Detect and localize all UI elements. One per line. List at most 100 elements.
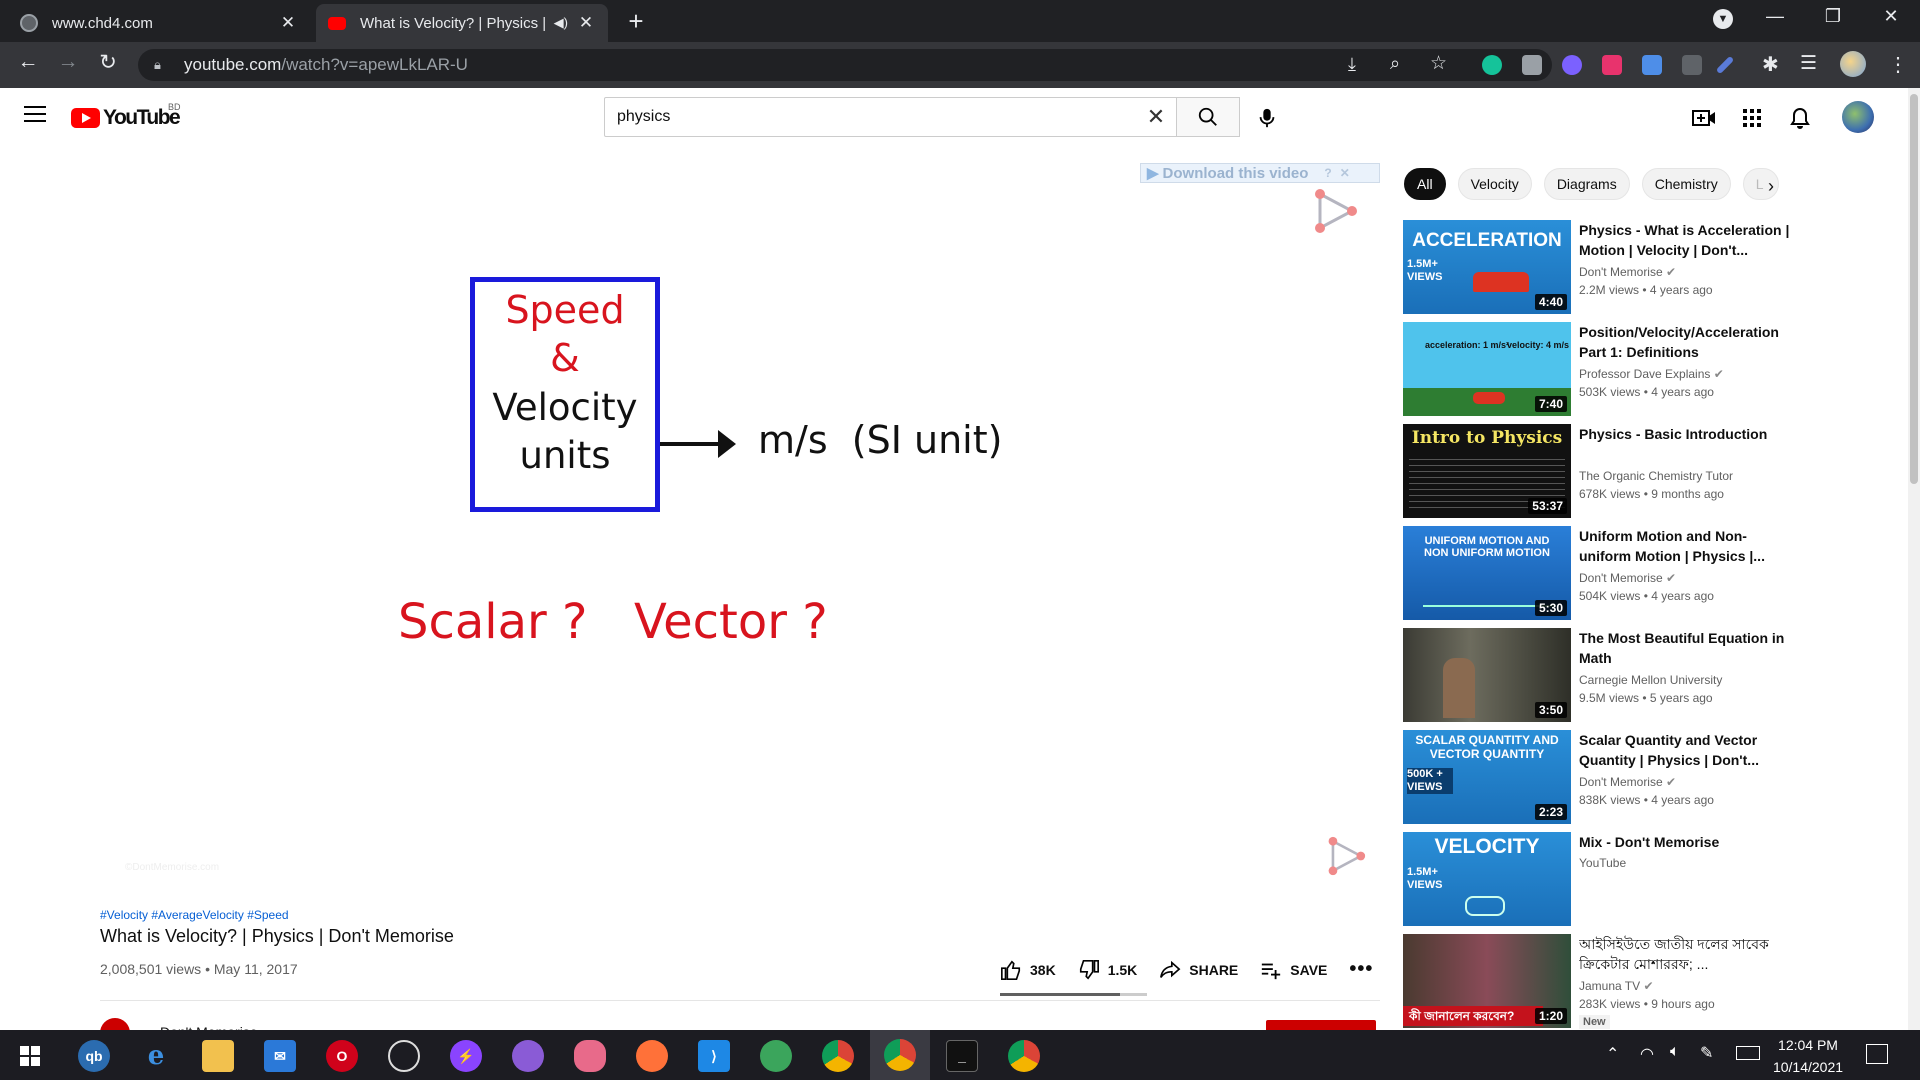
- qbittorrent-icon[interactable]: qb: [78, 1040, 110, 1072]
- extension-icon[interactable]: [1562, 55, 1582, 75]
- chrome-icon: [884, 1039, 916, 1071]
- browser-tab-active[interactable]: What is Velocity? | Physics | D ◀) ✕: [316, 4, 608, 42]
- country-code: BD: [168, 102, 181, 112]
- related-video[interactable]: ACCELERATION 1.5M+ VIEWS 4:40 Physics - …: [1403, 220, 1823, 314]
- help-icon[interactable]: ?: [1324, 166, 1331, 180]
- chrome-profile-icon[interactable]: [1008, 1040, 1040, 1072]
- firefox-icon[interactable]: [636, 1040, 668, 1072]
- app-icon[interactable]: [574, 1040, 606, 1072]
- github-icon[interactable]: [512, 1040, 544, 1072]
- edge-browser-icon[interactable]: e: [140, 1040, 172, 1072]
- download-extension-icon[interactable]: [1642, 55, 1662, 75]
- app-icon[interactable]: [388, 1040, 420, 1072]
- board-velocity-text: Velocity: [492, 386, 638, 429]
- related-meta: 503K views • 4 years ago: [1579, 385, 1714, 399]
- minimize-button[interactable]: —: [1752, 6, 1798, 27]
- notification-center-icon[interactable]: [1866, 1044, 1888, 1064]
- extension-icon[interactable]: [1602, 55, 1622, 75]
- like-dislike-bar: [1000, 993, 1147, 996]
- youtube-logo[interactable]: YouTube BD: [71, 102, 181, 130]
- related-video[interactable]: 3:50 The Most Beautiful Equation in Math…: [1403, 628, 1823, 722]
- page-scrollbar[interactable]: [1908, 88, 1920, 1030]
- chip-diagrams[interactable]: Diagrams: [1543, 168, 1630, 200]
- profile-avatar[interactable]: [1840, 51, 1866, 77]
- video-player[interactable]: [100, 168, 1380, 888]
- chrome-icon[interactable]: [822, 1040, 854, 1072]
- create-video-icon[interactable]: [1690, 104, 1718, 132]
- tab-title: What is Velocity? | Physics | D: [360, 14, 546, 32]
- search-button[interactable]: [1177, 97, 1240, 137]
- like-button[interactable]: 38K: [1000, 959, 1056, 981]
- tab-search-icon[interactable]: ▼: [1700, 6, 1746, 29]
- wifi-icon[interactable]: ◠: [1640, 1044, 1654, 1064]
- hamburger-menu-icon[interactable]: [24, 106, 46, 124]
- chip-chemistry[interactable]: Chemistry: [1641, 168, 1731, 200]
- reload-icon[interactable]: ↻: [92, 50, 124, 75]
- terminal-icon[interactable]: _: [946, 1040, 978, 1072]
- share-button[interactable]: SHARE: [1159, 959, 1238, 981]
- clear-search-icon[interactable]: ✕: [1136, 104, 1176, 130]
- channel-watermark-icon[interactable]: [1326, 836, 1366, 876]
- browser-tab[interactable]: www.chd4.com ✕: [8, 4, 310, 42]
- grammarly-extension-icon[interactable]: [1482, 55, 1502, 75]
- related-meta: 504K views • 4 years ago: [1579, 589, 1714, 603]
- install-app-icon[interactable]: ⤓: [1348, 54, 1356, 75]
- mail-icon[interactable]: ✉: [264, 1040, 296, 1072]
- related-video[interactable]: SCALAR QUANTITY AND VECTOR QUANTITY 500K…: [1403, 730, 1823, 824]
- close-window-button[interactable]: ✕: [1868, 6, 1914, 27]
- related-video[interactable]: acceleration: 1 m/s² velocity: 4 m/s 7:4…: [1403, 322, 1823, 416]
- related-video[interactable]: কী জানালেন করবেন? 1:20 আইসিইউতে জাতীয় দ…: [1403, 934, 1823, 1029]
- chevron-up-icon[interactable]: ⌃: [1606, 1044, 1619, 1064]
- camera-extension-icon[interactable]: [1522, 55, 1542, 75]
- download-video-banner[interactable]: ▶ Download this video ? ✕: [1140, 163, 1380, 183]
- close-tab-icon[interactable]: ✕: [278, 13, 298, 33]
- related-title: Position/Velocity/Acceleration Part 1: D…: [1579, 324, 1779, 360]
- maximize-button[interactable]: ❐: [1810, 6, 1856, 27]
- verified-icon: ✔: [1643, 979, 1654, 993]
- hashtags[interactable]: #Velocity #AverageVelocity #Speed: [100, 908, 289, 922]
- search-input[interactable]: [617, 108, 1136, 126]
- chevron-right-icon[interactable]: ›: [1768, 176, 1774, 197]
- chrome-menu-icon[interactable]: ⋮: [1888, 52, 1908, 77]
- notifications-bell-icon[interactable]: [1786, 104, 1814, 132]
- system-clock[interactable]: 12:04 PM 10/14/2021: [1758, 1034, 1858, 1078]
- keyboard-icon[interactable]: [1736, 1046, 1760, 1060]
- extension-icon[interactable]: [1682, 55, 1702, 75]
- video-thumbnail: acceleration: 1 m/s² velocity: 4 m/s 7:4…: [1403, 322, 1571, 416]
- related-mix[interactable]: VELOCITY 1.5M+ VIEWS Mix - Don't Memoris…: [1403, 832, 1823, 926]
- account-avatar[interactable]: [1842, 101, 1874, 133]
- app-icon[interactable]: [760, 1040, 792, 1072]
- new-tab-button[interactable]: +: [620, 6, 652, 37]
- back-arrow-icon[interactable]: ←: [12, 50, 44, 74]
- related-channel: Don't Memorise ✔: [1579, 775, 1677, 789]
- puzzle-extensions-icon[interactable]: ✱: [1762, 52, 1779, 77]
- more-actions-icon[interactable]: •••: [1349, 958, 1373, 981]
- pen-icon[interactable]: ✎: [1700, 1043, 1713, 1063]
- close-tab-icon[interactable]: ✕: [576, 13, 596, 33]
- apps-grid-icon[interactable]: [1738, 104, 1766, 132]
- reading-list-icon[interactable]: ☰: [1800, 52, 1817, 75]
- bookmark-star-icon[interactable]: ☆: [1430, 52, 1447, 75]
- search-box[interactable]: ✕: [604, 97, 1177, 137]
- messenger-icon[interactable]: ⚡: [450, 1040, 482, 1072]
- related-video[interactable]: Intro to Physics 53:37 Physics - Basic I…: [1403, 424, 1823, 518]
- related-title: Mix - Don't Memorise: [1579, 834, 1720, 850]
- windows-start-icon[interactable]: [14, 1040, 46, 1072]
- scrollbar-thumb[interactable]: [1910, 94, 1918, 484]
- chip-velocity[interactable]: Velocity: [1457, 168, 1532, 200]
- save-button[interactable]: SAVE: [1260, 959, 1327, 981]
- zoom-icon[interactable]: ⌕: [1390, 53, 1400, 74]
- speaker-icon[interactable]: 🔈︎: [1670, 1043, 1680, 1061]
- related-video[interactable]: UNIFORM MOTION AND NON UNIFORM MOTION 5:…: [1403, 526, 1823, 620]
- voice-search-button[interactable]: [1249, 100, 1285, 136]
- dislike-button[interactable]: 1.5K: [1078, 959, 1137, 981]
- file-explorer-icon[interactable]: [202, 1040, 234, 1072]
- vscode-icon[interactable]: ⟩: [698, 1040, 730, 1072]
- forward-arrow-icon[interactable]: →: [52, 50, 84, 74]
- chrome-active-taskbar-item[interactable]: [870, 1030, 930, 1080]
- opera-icon[interactable]: O: [326, 1040, 358, 1072]
- chip-all[interactable]: All: [1404, 168, 1446, 200]
- address-bar[interactable]: 🔒︎ youtube.com/watch?v=apewLkLAR-U: [138, 49, 1552, 81]
- close-banner-icon[interactable]: ✕: [1340, 166, 1350, 180]
- speaker-muted-icon[interactable]: ◀): [554, 15, 568, 31]
